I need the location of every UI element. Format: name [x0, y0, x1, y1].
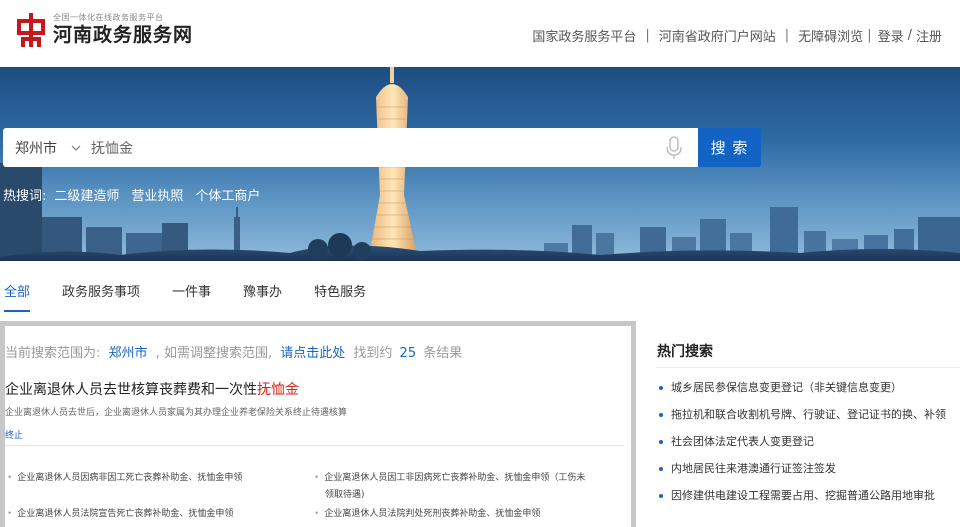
list-item[interactable]: • 企业离退休人员因病非因工死亡丧葬补助金、抚恤金申领	[7, 470, 242, 487]
list-item[interactable]: • 企业离退休人员法院判处死刑丧葬补助金、抚恤金申领	[314, 506, 540, 523]
bullet-dot: •	[314, 509, 320, 519]
list-item-text: 企业离退休人员法院宣告死亡丧葬补助金、抚恤金申领	[17, 509, 234, 519]
logo-subtitle: 全国一体化在线政务服务平台	[53, 13, 164, 22]
link-national-platform[interactable]: 国家政务服务平台	[532, 26, 636, 45]
result-title-text: 企业离退休人员去世核算丧葬费和一次性	[5, 382, 257, 398]
nav-separator: |	[645, 28, 650, 43]
hot-search-item-text: 拖拉机和联合收割机号牌、行驶证、登记证书的换、补领	[671, 408, 946, 421]
tab-one-thing[interactable]: 一件事	[172, 280, 211, 312]
hot-word-link[interactable]: 个体工商户	[195, 185, 260, 204]
city-selector-value: 郑州市	[15, 140, 57, 157]
bullet-dot-icon	[659, 386, 663, 390]
scope-mid: , 如需调整搜索范围,	[155, 346, 273, 361]
hot-search-item-text: 内地居民往来港澳通行证签注签发	[671, 462, 836, 475]
hot-search-divider	[656, 367, 960, 368]
link-register[interactable]: 注册	[916, 26, 942, 45]
bullet-dot: •	[7, 509, 13, 519]
result-divider	[5, 445, 625, 446]
bullet-dot-icon	[659, 413, 663, 417]
bullet-dot-icon	[659, 440, 663, 444]
site-logo[interactable]: 全国一体化在线政务服务平台 河南政务服务网	[15, 13, 193, 47]
city-selector[interactable]: 郑州市	[3, 128, 89, 167]
hot-search-item-text: 社会团体法定代表人变更登记	[671, 435, 814, 448]
hot-search-item[interactable]: 内地居民往来港澳通行证签注签发	[656, 460, 960, 487]
search-box: 郑州市	[3, 128, 698, 167]
search-scope-line: 当前搜索范围为: 郑州市 , 如需调整搜索范围, 请点击此处 找到约 25 条结…	[5, 342, 462, 361]
list-item[interactable]: • 企业离退休人员法院宣告死亡丧葬补助金、抚恤金申领	[7, 506, 233, 523]
scope-prefix: 当前搜索范围为:	[5, 346, 101, 361]
result-tag-link[interactable]: 终止	[5, 428, 23, 441]
scope-suffix: 条结果	[423, 346, 463, 361]
logo-text: 全国一体化在线政务服务平台 河南政务服务网	[53, 13, 193, 47]
bullet-dot-icon	[659, 467, 663, 471]
hot-search-item[interactable]: 拖拉机和联合收割机号牌、行驶证、登记证书的换、补领	[656, 406, 960, 433]
hot-search-item[interactable]: 社会团体法定代表人变更登记	[656, 433, 960, 460]
hot-word-link[interactable]: 二级建造师	[54, 185, 119, 204]
scope-city: 郑州市	[108, 346, 148, 361]
microphone-icon[interactable]	[664, 135, 684, 160]
nav-separator: |	[784, 28, 790, 43]
search-button[interactable]: 搜 索	[698, 128, 761, 167]
site-header: 全国一体化在线政务服务平台 河南政务服务网 国家政务服务平台 | 河南省政府门户…	[0, 0, 960, 67]
nav-separator: |	[867, 28, 872, 43]
hot-search-item-text: 城乡居民参保信息变更登记（非关键信息变更）	[671, 381, 902, 394]
tab-featured-services[interactable]: 特色服务	[314, 280, 366, 312]
top-nav: 国家政务服务平台 | 河南省政府门户网站 | 无障碍浏览 | 登录 / 注册	[532, 26, 942, 45]
bullet-dot: •	[7, 473, 13, 483]
tab-all[interactable]: 全部	[4, 280, 31, 312]
hot-search-title: 热门搜索	[657, 344, 713, 360]
bullet-dot: •	[314, 473, 320, 483]
list-item-continuation[interactable]: 领取待遇)	[325, 487, 365, 504]
logo-title: 河南政务服务网	[53, 24, 194, 46]
result-count: 25	[399, 346, 417, 361]
hot-words: 热搜词: 二级建造师 营业执照 个体工商户	[3, 185, 272, 204]
link-provincial-portal[interactable]: 河南省政府门户网站	[659, 26, 776, 45]
hot-words-label: 热搜词:	[3, 189, 47, 204]
search-results-panel: 当前搜索范围为: 郑州市 , 如需调整搜索范围, 请点击此处 找到约 25 条结…	[0, 321, 636, 527]
change-scope-link[interactable]: 请点击此处	[280, 346, 345, 361]
search-input[interactable]	[89, 128, 664, 167]
result-tabs: 全部 政务服务事项 一件事 豫事办 特色服务	[0, 280, 398, 312]
link-login[interactable]: 登录	[878, 26, 904, 45]
result-title-link[interactable]: 企业离退休人员去世核算丧葬费和一次性抚恤金	[5, 379, 299, 399]
hot-word-link[interactable]: 营业执照	[131, 185, 183, 204]
result-description: 企业离退休人员去世后，企业离退休人员家属为其办理企业养老保险关系终止待遇核算	[5, 408, 348, 418]
list-item-text: 企业离退休人员因病非因工死亡丧葬补助金、抚恤金申领	[17, 473, 243, 483]
link-accessible-browsing[interactable]: 无障碍浏览	[798, 26, 863, 45]
nav-slash: /	[907, 28, 912, 43]
list-item[interactable]: • 企业离退休人员因工非因病死亡丧葬补助金、抚恤金申领（工伤未	[314, 470, 585, 487]
scope-found: 找到约	[353, 346, 393, 361]
tab-service-items[interactable]: 政务服务事项	[62, 280, 140, 312]
chevron-down-icon	[71, 145, 81, 151]
hot-search-panel: 热门搜索 城乡居民参保信息变更登记（非关键信息变更） 拖拉机和联合收割机号牌、行…	[656, 321, 960, 527]
henan-gov-logo-icon	[17, 13, 45, 47]
list-item-text: 企业离退休人员因工非因病死亡丧葬补助金、抚恤金申领（工伤未	[324, 473, 586, 483]
result-title-highlight: 抚恤金	[257, 382, 299, 398]
search-banner: 郑州市 搜 索 热搜词: 二级建造师 营业执照 个体工商户	[0, 67, 960, 261]
hot-search-item-text: 因修建供电建设工程需要占用、挖掘普通公路用地审批	[671, 489, 935, 502]
tab-yu-shi-ban[interactable]: 豫事办	[243, 280, 282, 312]
list-item-text: 企业离退休人员法院判处死刑丧葬补助金、抚恤金申领	[324, 509, 541, 519]
hot-search-item[interactable]: 城乡居民参保信息变更登记（非关键信息变更）	[656, 379, 960, 406]
hot-search-item[interactable]: 因修建供电建设工程需要占用、挖掘普通公路用地审批	[656, 487, 960, 514]
bullet-dot-icon	[659, 494, 663, 498]
hot-search-list: 城乡居民参保信息变更登记（非关键信息变更） 拖拉机和联合收割机号牌、行驶证、登记…	[656, 379, 960, 514]
